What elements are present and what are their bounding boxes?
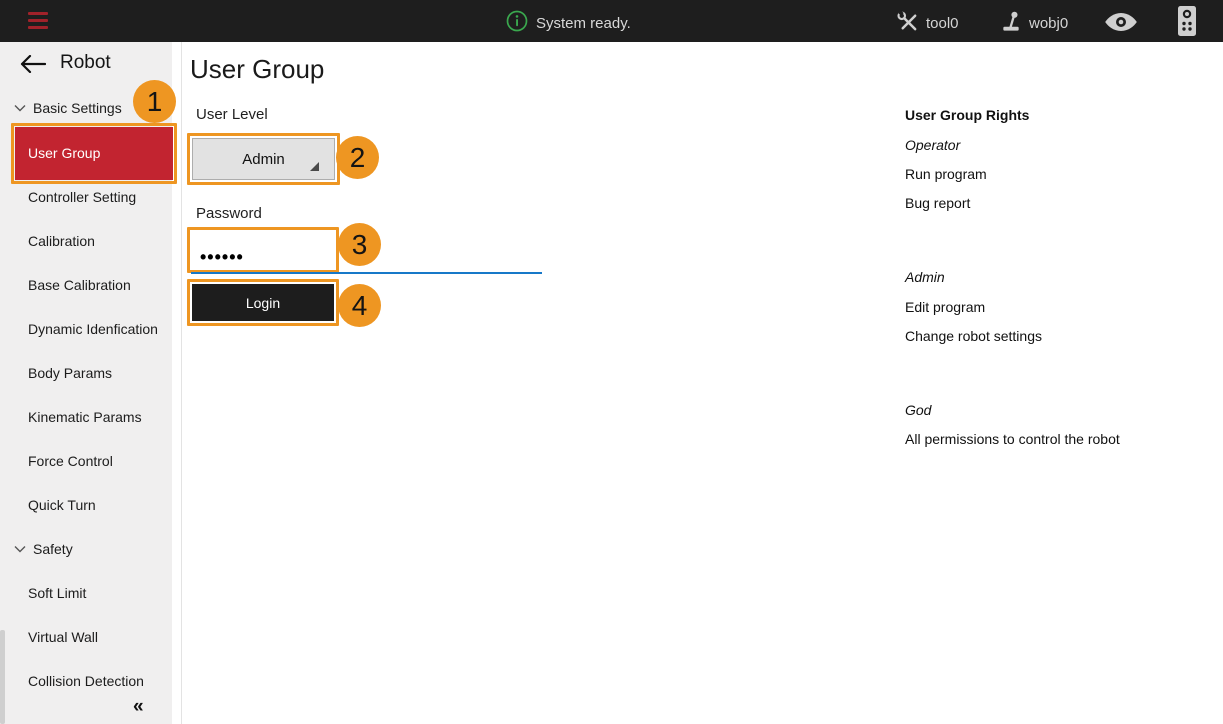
annotation-badge-2: 2 [336, 136, 379, 179]
eye-icon[interactable] [1104, 12, 1138, 37]
rights-item: Bug report [905, 194, 970, 213]
info-icon [506, 10, 528, 37]
app-window: System ready. tool0 [0, 0, 1223, 724]
sidebar-item-soft-limit[interactable]: Soft Limit [0, 583, 172, 603]
user-level-value: Admin [242, 151, 285, 168]
rights-group-operator: Operator [905, 136, 960, 155]
tool-selector[interactable]: tool0 [896, 10, 959, 38]
sidebar-section-basic-settings[interactable]: Basic Settings [0, 97, 122, 119]
rights-title: User Group Rights [905, 106, 1029, 125]
top-bar: System ready. tool0 [0, 0, 1223, 42]
wobj-selector[interactable]: wobj0 [1000, 10, 1068, 38]
sidebar-scrollbar[interactable] [0, 630, 5, 724]
wobj-label: wobj0 [1029, 13, 1068, 35]
annotation-badge-3: 3 [338, 223, 381, 266]
sidebar-collapse-button[interactable]: « [133, 696, 142, 718]
back-arrow-icon[interactable] [20, 55, 46, 78]
rights-item: Change robot settings [905, 327, 1042, 346]
rights-item: All permissions to control the robot [905, 430, 1120, 449]
rights-group-god: God [905, 401, 931, 420]
annotation-badge-1: 1 [133, 80, 176, 123]
sidebar-divider [181, 42, 182, 724]
sidebar-item-collision-detection[interactable]: Collision Detection [0, 671, 172, 691]
sidebar-section-safety[interactable]: Safety [0, 538, 73, 560]
password-input[interactable] [192, 232, 334, 268]
sidebar-title: Robot [60, 52, 111, 74]
user-level-dropdown[interactable]: Admin [192, 138, 335, 180]
annotation-box-2: Admin [187, 133, 340, 185]
annotation-box-1: User Group [11, 123, 177, 184]
rights-group-admin: Admin [905, 268, 945, 287]
sidebar-item-force-control[interactable]: Force Control [0, 451, 172, 471]
sidebar-item-quick-turn[interactable]: Quick Turn [0, 495, 172, 515]
page-title: User Group [190, 54, 324, 85]
annotation-box-3 [187, 227, 339, 273]
password-underline [191, 272, 542, 274]
system-status: System ready. [506, 10, 631, 37]
sidebar-item-body-params[interactable]: Body Params [0, 363, 172, 383]
sidebar-item-calibration[interactable]: Calibration [0, 231, 172, 251]
menu-icon[interactable] [28, 12, 48, 30]
sidebar-item-kinematic-params[interactable]: Kinematic Params [0, 407, 172, 427]
status-text: System ready. [536, 13, 631, 35]
chevron-down-icon [14, 540, 26, 558]
sidebar-item-controller-setting[interactable]: Controller Setting [0, 187, 172, 207]
annotation-box-4: Login [187, 279, 339, 326]
wobj-icon [1000, 10, 1022, 38]
login-button[interactable]: Login [192, 284, 334, 321]
chevron-down-icon [14, 99, 26, 117]
tool-label: tool0 [926, 13, 959, 35]
user-level-label: User Level [196, 106, 268, 123]
dropdown-corner-icon [310, 162, 319, 171]
sidebar-item-user-group[interactable]: User Group [15, 127, 173, 180]
rights-item: Edit program [905, 298, 985, 317]
sidebar-item-virtual-wall[interactable]: Virtual Wall [0, 627, 172, 647]
tool-icon [896, 10, 919, 38]
teach-pendant-icon[interactable] [1176, 5, 1198, 42]
sidebar-item-base-calibration[interactable]: Base Calibration [0, 275, 172, 295]
password-label: Password [196, 205, 262, 222]
annotation-badge-4: 4 [338, 284, 381, 327]
rights-item: Run program [905, 165, 987, 184]
sidebar-item-dynamic-idenfication[interactable]: Dynamic Idenfication [0, 319, 172, 339]
